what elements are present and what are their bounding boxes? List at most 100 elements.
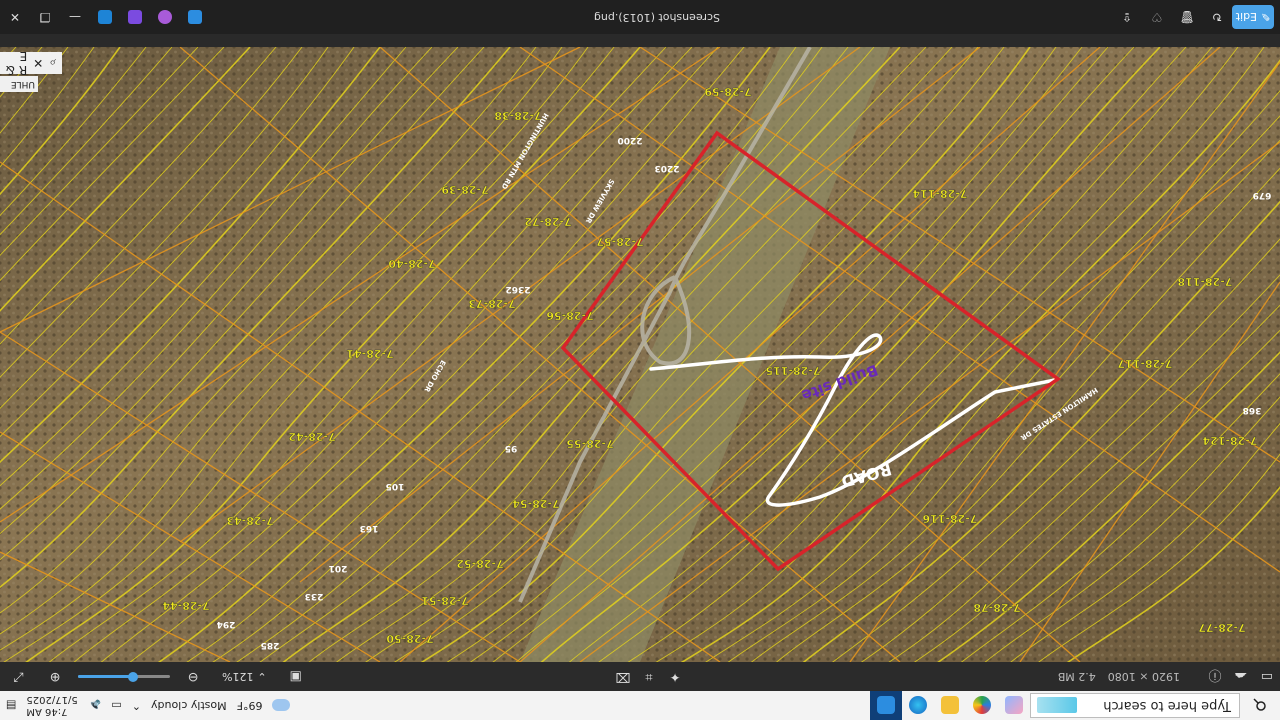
windows-taskbar: Type here to search 69°F Mostly cloudy ⌃… bbox=[0, 690, 1280, 720]
taskbar-search-box[interactable]: Type here to search bbox=[1030, 693, 1240, 718]
parcel-label: 7-28-72 bbox=[524, 215, 571, 228]
search-placeholder: Type here to search bbox=[1103, 698, 1231, 713]
parcel-label: 7-28-77 bbox=[1198, 621, 1245, 634]
fit-to-window-icon[interactable]: ▣ bbox=[283, 662, 309, 691]
parcel-label: 7-28-38 bbox=[494, 109, 541, 122]
battery-icon[interactable]: ▭ bbox=[111, 699, 121, 712]
parcel-label: 7-28-39 bbox=[441, 183, 488, 196]
filmstrip-toolbar bbox=[0, 34, 1280, 47]
zoom-slider-fill bbox=[78, 675, 134, 678]
parcel-label: 7-28-55 bbox=[566, 437, 613, 450]
parcel-label: 7-28-117 bbox=[1117, 357, 1172, 370]
parcel-label: 7-28-114 bbox=[912, 187, 967, 200]
address-label: 2203 bbox=[654, 163, 679, 173]
map-image: 7-28-38 7-28-39 7-28-40 7-28-41 7-28-42 7-28-… bbox=[0, 47, 1280, 662]
app-copilot-icon[interactable] bbox=[966, 691, 998, 720]
zoom-slider[interactable] bbox=[78, 672, 170, 682]
aerial-parcel-map: 7-28-38 7-28-39 7-28-40 7-28-41 7-28-42 7-28-… bbox=[0, 47, 1280, 662]
parcel-label: 7-28-54 bbox=[512, 497, 560, 510]
address-label: 95 bbox=[505, 443, 518, 453]
favorite-icon[interactable]: ♡ bbox=[1142, 0, 1172, 34]
info-icon[interactable]: ⓘ bbox=[1202, 662, 1228, 691]
chevron-up-icon[interactable]: ⌃ bbox=[132, 699, 141, 712]
weather-temp: 69°F bbox=[236, 699, 263, 712]
app-onenote-icon[interactable] bbox=[128, 10, 142, 24]
find-bar[interactable]: ⌕ ✕ R & E bbox=[0, 49, 62, 77]
parcel-label: 7-28-57 bbox=[596, 235, 643, 248]
parcel-label: 7-28-44 bbox=[162, 599, 210, 612]
system-tray: 69°F Mostly cloudy ⌃ ▭ 🔈 7:46 AM 5/17/20… bbox=[0, 694, 291, 718]
weather-desc: Mostly cloudy bbox=[151, 699, 227, 712]
search-icon: ⌕ bbox=[49, 56, 56, 71]
parcel-label: 7-28-116 bbox=[922, 512, 977, 525]
parcel-label: 7-28-51 bbox=[421, 594, 468, 607]
image-dimensions: 1920 × 1080 bbox=[1107, 670, 1180, 683]
app-photos-icon[interactable] bbox=[998, 691, 1030, 720]
find-hint: UHLE bbox=[0, 76, 38, 92]
parcel-label: 7-28-82 bbox=[689, 660, 736, 662]
cloud-icon[interactable]: ☁ bbox=[1228, 662, 1254, 691]
share-icon[interactable]: ⇪ bbox=[1112, 0, 1142, 34]
app-photos-icon[interactable] bbox=[98, 10, 112, 24]
address-label: 294 bbox=[217, 619, 236, 629]
address-label: 105 bbox=[386, 481, 405, 491]
parcel-label: 7-28-78 bbox=[973, 601, 1020, 614]
crop-icon[interactable]: ⌗ bbox=[636, 662, 662, 691]
weather-icon[interactable] bbox=[272, 699, 291, 712]
clock-date: 5/17/2025 bbox=[26, 694, 78, 706]
address-label: 679 bbox=[1253, 190, 1272, 200]
edit-icon: ✎ bbox=[1261, 10, 1271, 24]
parcel-label: 7-28-41 bbox=[346, 347, 393, 360]
address-label: 163 bbox=[360, 523, 379, 533]
parcel-label: 7-28-42 bbox=[288, 430, 335, 443]
address-label: 201 bbox=[329, 563, 348, 573]
search-icon[interactable] bbox=[1240, 691, 1280, 720]
close-icon[interactable]: ✕ bbox=[33, 56, 43, 70]
close-icon[interactable]: ✕ bbox=[0, 0, 30, 34]
search-highlight-icon bbox=[1037, 697, 1077, 714]
zoom-in-icon[interactable]: ⊕ bbox=[42, 662, 68, 691]
parcel-label: 7-28-115 bbox=[765, 364, 820, 377]
restore-icon[interactable]: ❐ bbox=[30, 0, 60, 34]
delete-icon[interactable]: 🗑 bbox=[1172, 0, 1202, 34]
gallery-icon[interactable]: ▭ bbox=[1254, 662, 1280, 691]
chevron-down-icon: ⌄ bbox=[257, 670, 267, 683]
parcel-label: 7-28-73 bbox=[468, 297, 515, 310]
file-name: Screenshot (1013).png bbox=[593, 11, 720, 24]
parcel-label: 7-28-56 bbox=[546, 309, 594, 322]
volume-icon[interactable]: 🔈 bbox=[88, 699, 102, 712]
scan-text-icon[interactable]: ⌧ bbox=[610, 662, 636, 691]
notifications-icon[interactable]: ▤ bbox=[6, 699, 16, 712]
app-snipping-icon[interactable] bbox=[188, 10, 202, 24]
address-label: 2362 bbox=[505, 284, 530, 294]
rotated-screen: Type here to search 69°F Mostly cloudy ⌃… bbox=[0, 0, 1280, 720]
zoom-out-icon[interactable]: ⊖ bbox=[180, 662, 206, 691]
edit-button[interactable]: ✎ Edit bbox=[1232, 5, 1274, 29]
app-file-explorer-icon[interactable] bbox=[902, 691, 934, 720]
app-snipping-tool-icon[interactable] bbox=[870, 691, 902, 720]
zoom-dropdown[interactable]: ⌄ 121% bbox=[216, 670, 273, 683]
parcel-label: 7-28-52 bbox=[456, 557, 503, 570]
parcel-label: 7-28-43 bbox=[226, 514, 273, 527]
parcel-label: 7-28-124 bbox=[1202, 434, 1257, 447]
minimize-icon[interactable]: — bbox=[60, 0, 90, 34]
fullscreen-icon[interactable]: ⤢ bbox=[6, 662, 32, 691]
zoom-slider-handle[interactable] bbox=[128, 672, 139, 682]
address-label: 2200 bbox=[617, 135, 642, 145]
find-text: R & E bbox=[5, 49, 28, 77]
clock-time: 7:46 AM bbox=[26, 706, 68, 718]
address-label: 368 bbox=[1243, 405, 1262, 415]
zoom-percent: 121% bbox=[222, 670, 254, 683]
parcel-label: 7-28-50 bbox=[386, 632, 434, 645]
app-copilot-icon[interactable] bbox=[158, 10, 172, 24]
file-size: 4.2 MB bbox=[1057, 670, 1096, 683]
parcel-label: 7-28-118 bbox=[1177, 275, 1232, 288]
rotate-icon[interactable]: ↻ bbox=[1202, 0, 1232, 34]
viewer-toolbar: ▭ ☁ ⓘ 1920 × 1080 4.2 MB ✦ ⌗ ⌧ ▣ ⌄ 121% … bbox=[0, 662, 1280, 691]
edit-label: Edit bbox=[1235, 10, 1258, 24]
clock[interactable]: 7:46 AM 5/17/2025 bbox=[26, 694, 77, 718]
address-label: 285 bbox=[261, 640, 280, 650]
ai-enhance-icon[interactable]: ✦ bbox=[662, 662, 688, 691]
parcel-label: 7-28-40 bbox=[388, 257, 436, 270]
app-chrome-icon[interactable] bbox=[934, 691, 966, 720]
